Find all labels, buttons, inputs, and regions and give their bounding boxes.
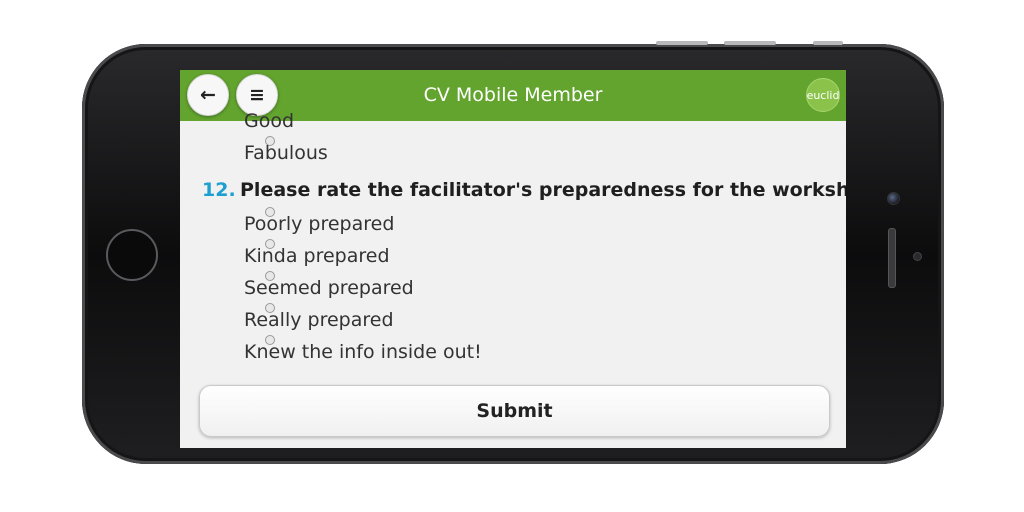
back-button[interactable]: ← — [187, 74, 229, 116]
phone-power-button — [813, 41, 843, 45]
option-label-knew-info-inside-out: Knew the info inside out! — [244, 341, 482, 363]
option-label-really-prepared: Really prepared — [244, 309, 394, 331]
option-label-good: Good — [244, 110, 295, 132]
arrow-left-icon: ← — [200, 84, 216, 106]
option-label-seemed-prepared: Seemed prepared — [244, 277, 414, 299]
option-label-poorly-prepared: Poorly prepared — [244, 213, 395, 235]
phone-camera — [887, 192, 900, 205]
euclid-logo[interactable]: euclid — [806, 78, 840, 112]
question-number: 12. — [202, 179, 236, 201]
phone-side-button — [656, 41, 708, 45]
question-text: Please rate the facilitator's preparedne… — [240, 179, 846, 201]
option-label-fabulous: Fabulous — [244, 142, 328, 164]
phone-sensor — [913, 252, 922, 261]
submit-button[interactable]: Submit — [199, 385, 830, 437]
phone-side-button — [724, 41, 776, 45]
app-screen: CV Mobile Member ← ≡ euclid Good Fabulou… — [180, 70, 846, 448]
survey-content: Good Fabulous 12. Please rate the facili… — [180, 110, 846, 448]
hamburger-menu-icon: ≡ — [249, 84, 265, 106]
phone-speaker — [888, 228, 896, 288]
option-label-kinda-prepared: Kinda prepared — [244, 245, 390, 267]
phone-home-button[interactable] — [106, 229, 158, 281]
